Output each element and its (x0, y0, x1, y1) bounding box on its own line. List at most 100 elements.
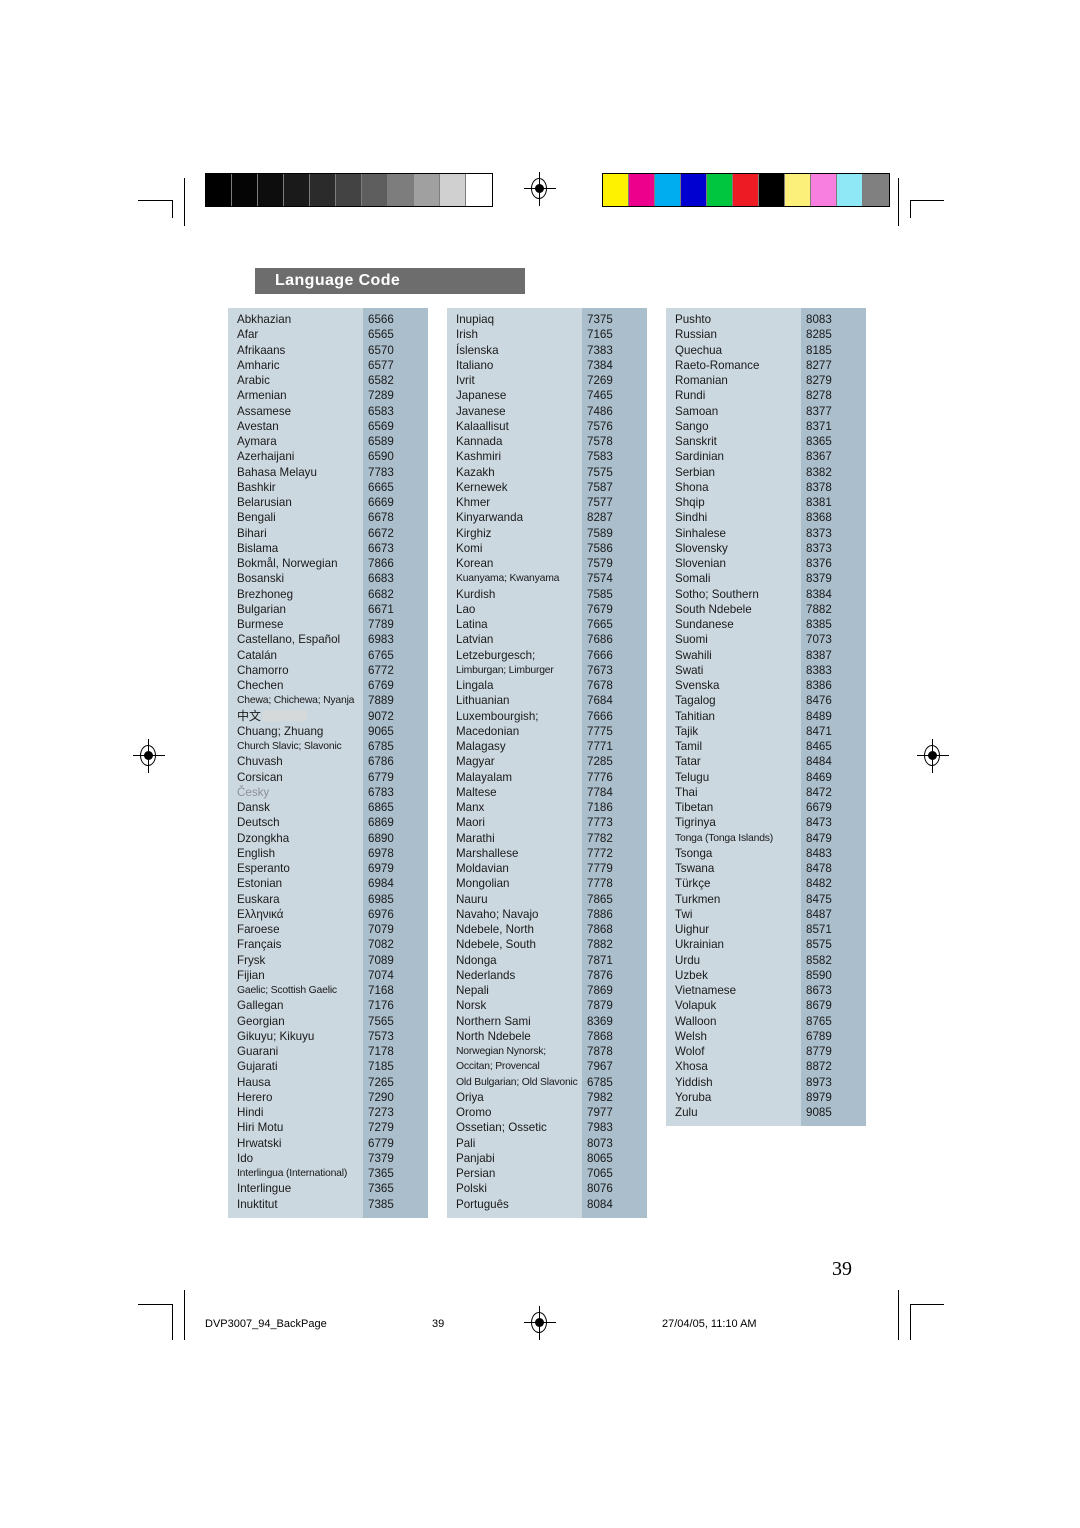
registration-target-top (524, 172, 556, 206)
language-name: Raeto-Romance (675, 358, 760, 372)
language-code: 8575 (806, 938, 832, 952)
language-code: 7082 (368, 938, 394, 952)
language-code: 6789 (806, 1029, 832, 1043)
language-name: Português (456, 1197, 509, 1211)
language-code: 8371 (806, 419, 832, 433)
language-name: Tibetan (675, 801, 714, 814)
language-code: 6565 (368, 328, 394, 342)
language-name: Pushto (675, 313, 712, 326)
language-name: Bosanski (237, 572, 285, 586)
language-name: Bashkir (237, 480, 276, 494)
language-name: 中文 (228, 709, 363, 724)
grayscale-patch-2 (232, 174, 258, 206)
language-name: Euskara (237, 892, 280, 906)
language-name: Chuang; Zhuang (237, 724, 324, 738)
language-code: 6786 (368, 755, 394, 769)
language-name: Occitan; Provencal (456, 1061, 540, 1073)
language-code: 7889 (368, 694, 394, 708)
language-code: 8076 (587, 1182, 613, 1196)
language-name: Sotho; Southern (675, 587, 759, 601)
language-code: 8367 (806, 450, 832, 464)
language-code: 8373 (806, 541, 832, 555)
language-code: 8765 (806, 1014, 832, 1028)
language-code: 6672 (368, 526, 394, 540)
language-code: 9085 (806, 1106, 832, 1119)
language-code: 6984 (368, 877, 394, 891)
language-name: Somali (675, 572, 711, 586)
language-code: 7982 (587, 1090, 613, 1104)
language-name: Chamorro (237, 663, 289, 677)
color-patch-10 (837, 174, 863, 206)
language-code: 8382 (806, 465, 832, 479)
language-name: Kalaallisut (456, 419, 509, 433)
language-name: Sardinian (675, 450, 724, 464)
language-code: 7185 (368, 1060, 394, 1074)
language-name: Lao (456, 602, 476, 616)
grayscale-patch-7 (362, 174, 388, 206)
language-name: Lithuanian (456, 694, 510, 708)
language-code: 7583 (587, 450, 613, 464)
grayscale-patch-3 (258, 174, 284, 206)
language-code: 6785 (368, 740, 394, 753)
language-code: 7869 (587, 984, 613, 997)
language-name: Hrwatski (237, 1136, 282, 1150)
language-name: Svenska (675, 679, 720, 692)
language-name: Česky (237, 785, 270, 799)
color-patch-2 (629, 174, 655, 206)
language-code: 7269 (587, 374, 613, 387)
language-code: 8378 (806, 480, 832, 494)
language-name: Ndebele, South (456, 938, 536, 952)
language-name: Nauru (456, 892, 488, 906)
language-name: Hiri Motu (237, 1121, 284, 1135)
language-name: Latvian (456, 633, 494, 647)
language-name: Herero (237, 1090, 273, 1104)
language-name: Latina (456, 618, 488, 631)
language-name: Burmese (237, 618, 284, 631)
language-code: 8979 (806, 1090, 832, 1104)
language-code: 7772 (587, 846, 613, 860)
language-name: Khmer (456, 496, 491, 509)
language-name: Suomi (675, 633, 708, 647)
language-name: Vietnamese (675, 984, 737, 997)
language-name: Volapuk (675, 999, 717, 1013)
language-name: Quechua (675, 343, 723, 357)
language-name: Kirghiz (456, 526, 492, 540)
language-name: Tagalog (675, 694, 716, 708)
language-name: Afrikaans (237, 343, 286, 357)
language-code: 8083 (806, 313, 832, 326)
language-name: Brezhoneg (237, 587, 294, 601)
page-title-banner: Language Code (255, 268, 525, 294)
language-name: Hausa (237, 1075, 271, 1089)
language-name: Belarusian (237, 496, 292, 509)
language-name: Hindi (237, 1106, 264, 1119)
language-name: Ossetian; Ossetic (456, 1121, 547, 1135)
language-name: Sundanese (675, 618, 734, 631)
language-column-2: Inupiaq Irish Íslenska Italiano Ivrit Japanes… (447, 308, 647, 1233)
language-name: Sindhi (675, 511, 708, 525)
language-code: 8475 (806, 892, 832, 906)
language-name: Swahili (675, 648, 712, 662)
language-code: 7365 (368, 1182, 394, 1196)
language-code: 6865 (368, 801, 394, 814)
language-code: 7168 (368, 984, 394, 997)
language-code: 6583 (368, 404, 394, 418)
language-name: Armenian (237, 389, 287, 403)
crop-mark-bottom-right (894, 1290, 944, 1340)
language-name: Interlingua (International) (237, 1168, 348, 1179)
language-code: 8065 (587, 1151, 613, 1165)
language-name: Catalán (237, 648, 277, 662)
language-code: 7778 (587, 877, 613, 891)
page-title: Language Code (275, 272, 401, 289)
language-code: 6985 (368, 892, 394, 906)
language-name: Tswana (675, 862, 715, 875)
grayscale-patch-1 (206, 174, 232, 206)
language-name: Manx (456, 801, 485, 814)
language-code: 8368 (806, 511, 832, 525)
language-name: Letzeburgesch; (456, 648, 536, 662)
language-name: Inupiaq (456, 313, 495, 326)
language-code: 8285 (806, 328, 832, 342)
language-code: 8365 (806, 435, 832, 448)
language-name: Amharic (237, 358, 280, 372)
language-name: Navaho; Navajo (456, 907, 539, 921)
language-code: 7666 (587, 709, 613, 723)
